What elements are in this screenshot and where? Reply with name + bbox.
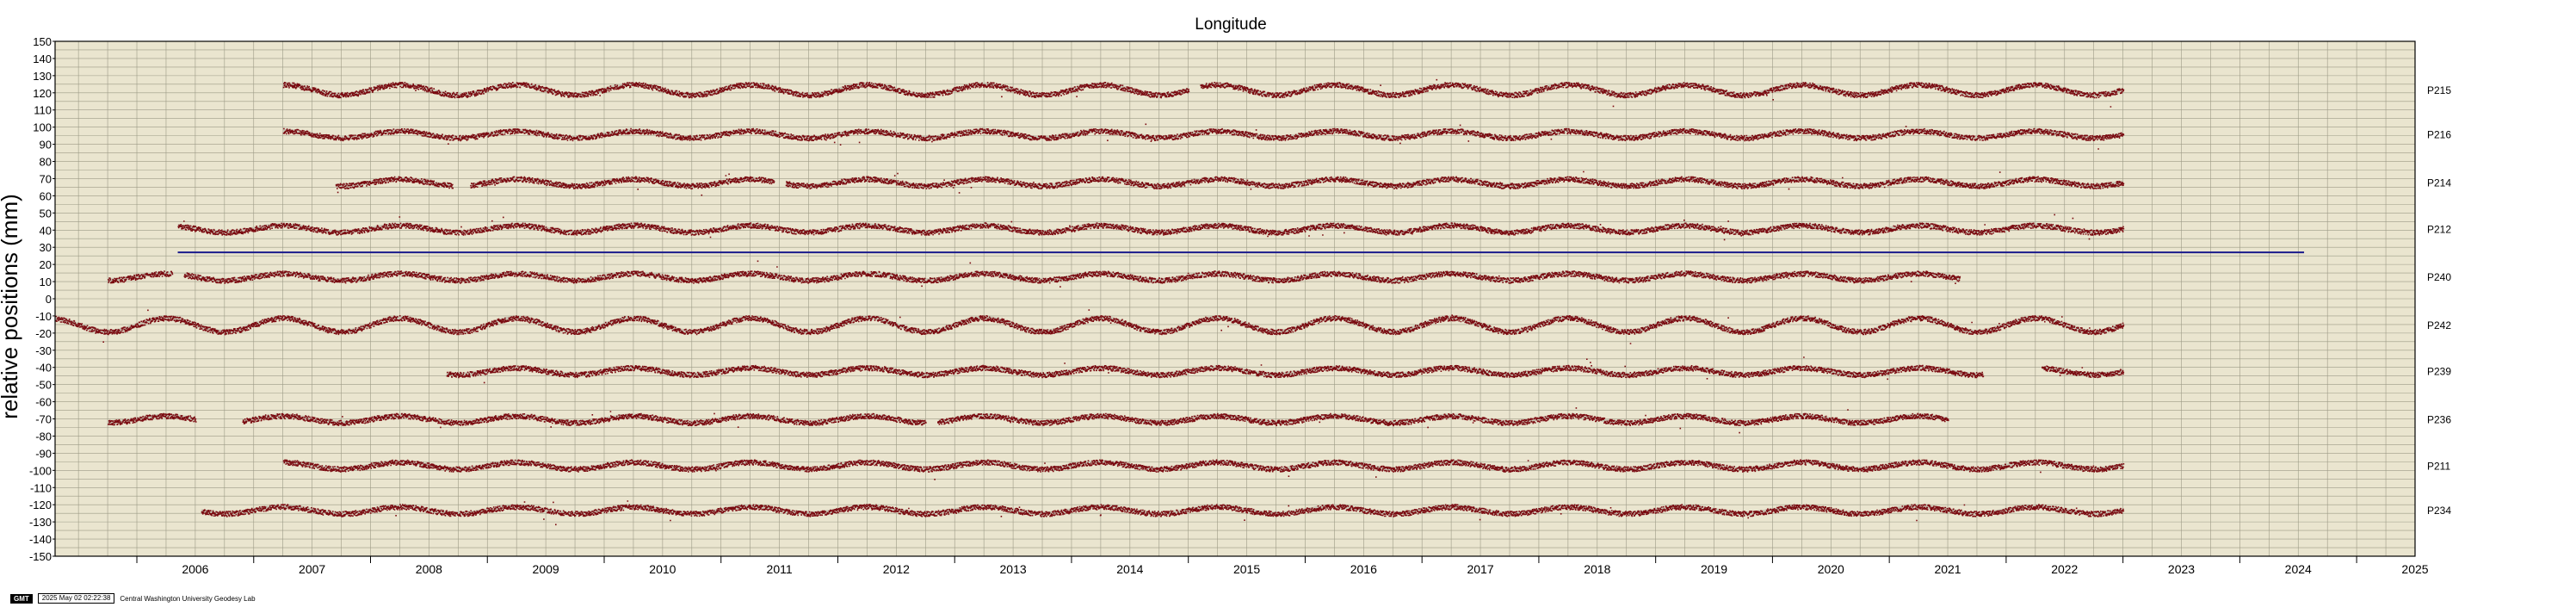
x-tick-label: 2015 xyxy=(1233,562,1260,576)
y-tick-label: -90 xyxy=(35,447,52,460)
y-tick-label: 130 xyxy=(33,70,52,83)
y-tick-label: -110 xyxy=(30,481,52,494)
station-label: P212 xyxy=(2427,223,2451,235)
y-tick-label: -50 xyxy=(35,379,52,392)
x-tick-label: 2014 xyxy=(1116,562,1143,576)
station-labels: P215 P216 P214 P212 P240 P242 P239 P236 P211 P234 xyxy=(2427,84,2451,517)
y-tick-label: -100 xyxy=(29,464,52,477)
station-label: P214 xyxy=(2427,177,2451,189)
y-tick-label: -10 xyxy=(35,310,52,323)
y-tick-label: 50 xyxy=(40,207,52,220)
y-tick-label: 10 xyxy=(40,276,52,288)
y-tick-label: 20 xyxy=(40,258,52,271)
y-tick-label: -140 xyxy=(29,533,52,546)
y-tick-label: 90 xyxy=(40,139,52,152)
y-tick-label: 100 xyxy=(33,121,52,134)
y-tick-label: 120 xyxy=(33,87,52,100)
y-tick-label: 150 xyxy=(33,35,52,48)
x-tick-label: 2025 xyxy=(2401,562,2428,576)
x-tick-label: 2022 xyxy=(2051,562,2078,576)
x-tick-label: 2008 xyxy=(416,562,442,576)
x-tick-label: 2018 xyxy=(1584,562,1610,576)
y-tick-label: 0 xyxy=(46,293,52,306)
y-tick-label: -70 xyxy=(35,413,52,426)
x-tick-label: 2020 xyxy=(1818,562,1844,576)
x-tick-label: 2021 xyxy=(1934,562,1961,576)
x-tick-label: 2009 xyxy=(533,562,559,576)
x-tick-label: 2017 xyxy=(1467,562,1493,576)
chart-title: Longitude xyxy=(1195,15,1266,34)
y-tick-label: -40 xyxy=(35,362,52,375)
y-tick-labels: 1501401301201101009080706050403020100-10… xyxy=(29,35,55,563)
grid-lines xyxy=(55,40,2416,557)
station-label: P240 xyxy=(2427,271,2451,283)
y-tick-label: 70 xyxy=(40,172,52,185)
x-tick-label: 2013 xyxy=(1000,562,1027,576)
x-tick-label: 2012 xyxy=(883,562,910,576)
y-tick-label: 30 xyxy=(40,241,52,254)
y-tick-label: -20 xyxy=(35,327,52,340)
y-tick-label: 40 xyxy=(40,224,52,237)
x-tick-label: 2006 xyxy=(182,562,208,576)
y-tick-label: -30 xyxy=(35,344,52,357)
station-label: P216 xyxy=(2427,129,2451,141)
timeseries-chart: Longitude relative positions (mm) 150 140… xyxy=(0,15,2451,576)
y-tick-label: -130 xyxy=(29,516,52,529)
station-label: P236 xyxy=(2427,414,2451,426)
station-label: P211 xyxy=(2427,460,2450,472)
x-tick-label: 2010 xyxy=(649,562,676,576)
x-tick-labels: 2006 2007 2008 2009 2010 2011 2012 2013 2014 2015… xyxy=(136,556,2429,576)
y-tick-label: 60 xyxy=(40,189,52,202)
x-tick-label: 2024 xyxy=(2285,562,2312,576)
x-tick-label: 2007 xyxy=(299,562,325,576)
station-label: P239 xyxy=(2427,366,2451,378)
footer: GMT 2025 May 02 02:22:38 Central Washing… xyxy=(10,593,256,604)
timestamp-stamp: 2025 May 02 02:22:38 xyxy=(37,593,115,604)
x-tick-label: 2016 xyxy=(1350,562,1377,576)
x-tick-label: 2019 xyxy=(1701,562,1727,576)
institution-label: Central Washington University Geodesy La… xyxy=(120,594,256,603)
y-axis-label: relative positions (mm) xyxy=(0,194,22,419)
y-tick-label: 80 xyxy=(40,156,52,169)
gmt-logo: GMT xyxy=(10,593,33,604)
y-tick-label: -80 xyxy=(35,430,52,443)
y-tick-label: 110 xyxy=(34,104,52,117)
y-tick-label: -120 xyxy=(29,499,52,511)
y-tick-label: -150 xyxy=(29,550,52,563)
y-tick-label: 140 xyxy=(33,53,52,65)
x-tick-label: 2011 xyxy=(767,562,793,576)
station-label: P234 xyxy=(2427,505,2451,517)
station-label: P215 xyxy=(2427,84,2451,96)
y-tick-label: -60 xyxy=(35,396,52,409)
station-label: P242 xyxy=(2427,319,2451,331)
x-tick-label: 2023 xyxy=(2168,562,2195,576)
